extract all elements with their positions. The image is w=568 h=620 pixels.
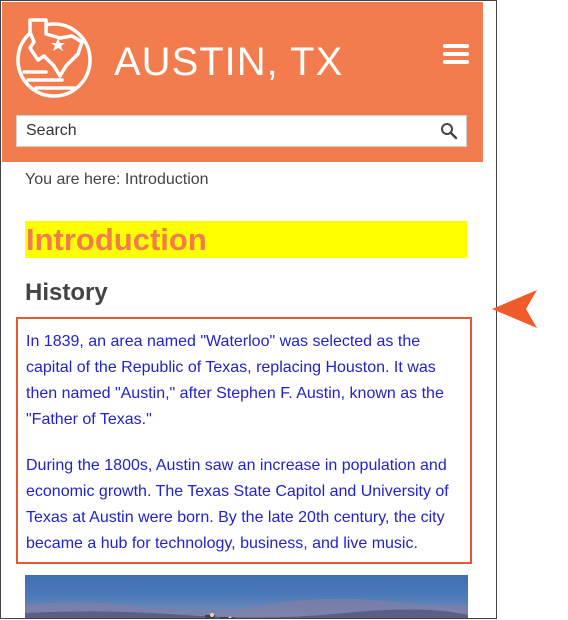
history-content-box: In 1839, an area named "Waterloo" was se… <box>16 317 472 564</box>
site-header: AUSTIN, TX <box>2 2 483 162</box>
search-bar <box>16 115 467 147</box>
section-title-history: History <box>25 279 108 306</box>
search-icon[interactable] <box>440 122 458 140</box>
austin-skyline-photo <box>25 575 468 618</box>
browser-frame: AUSTIN, TX You are here: Introduction In… <box>0 0 497 619</box>
texas-state-logo-icon[interactable] <box>16 12 96 102</box>
skyline-image <box>25 598 468 618</box>
page-title: Introduction <box>25 221 467 258</box>
breadcrumb: You are here: Introduction <box>25 171 209 188</box>
site-title: AUSTIN, TX <box>114 40 344 84</box>
pointer-arrow-icon <box>492 290 537 328</box>
page: AUSTIN, TX You are here: Introduction In… <box>2 2 483 618</box>
hamburger-menu-icon[interactable] <box>443 44 469 66</box>
history-paragraph-2: During the 1800s, Austin saw an increase… <box>26 457 449 552</box>
search-input[interactable] <box>17 116 436 146</box>
history-paragraph-1: In 1839, an area named "Waterloo" was se… <box>26 333 444 428</box>
